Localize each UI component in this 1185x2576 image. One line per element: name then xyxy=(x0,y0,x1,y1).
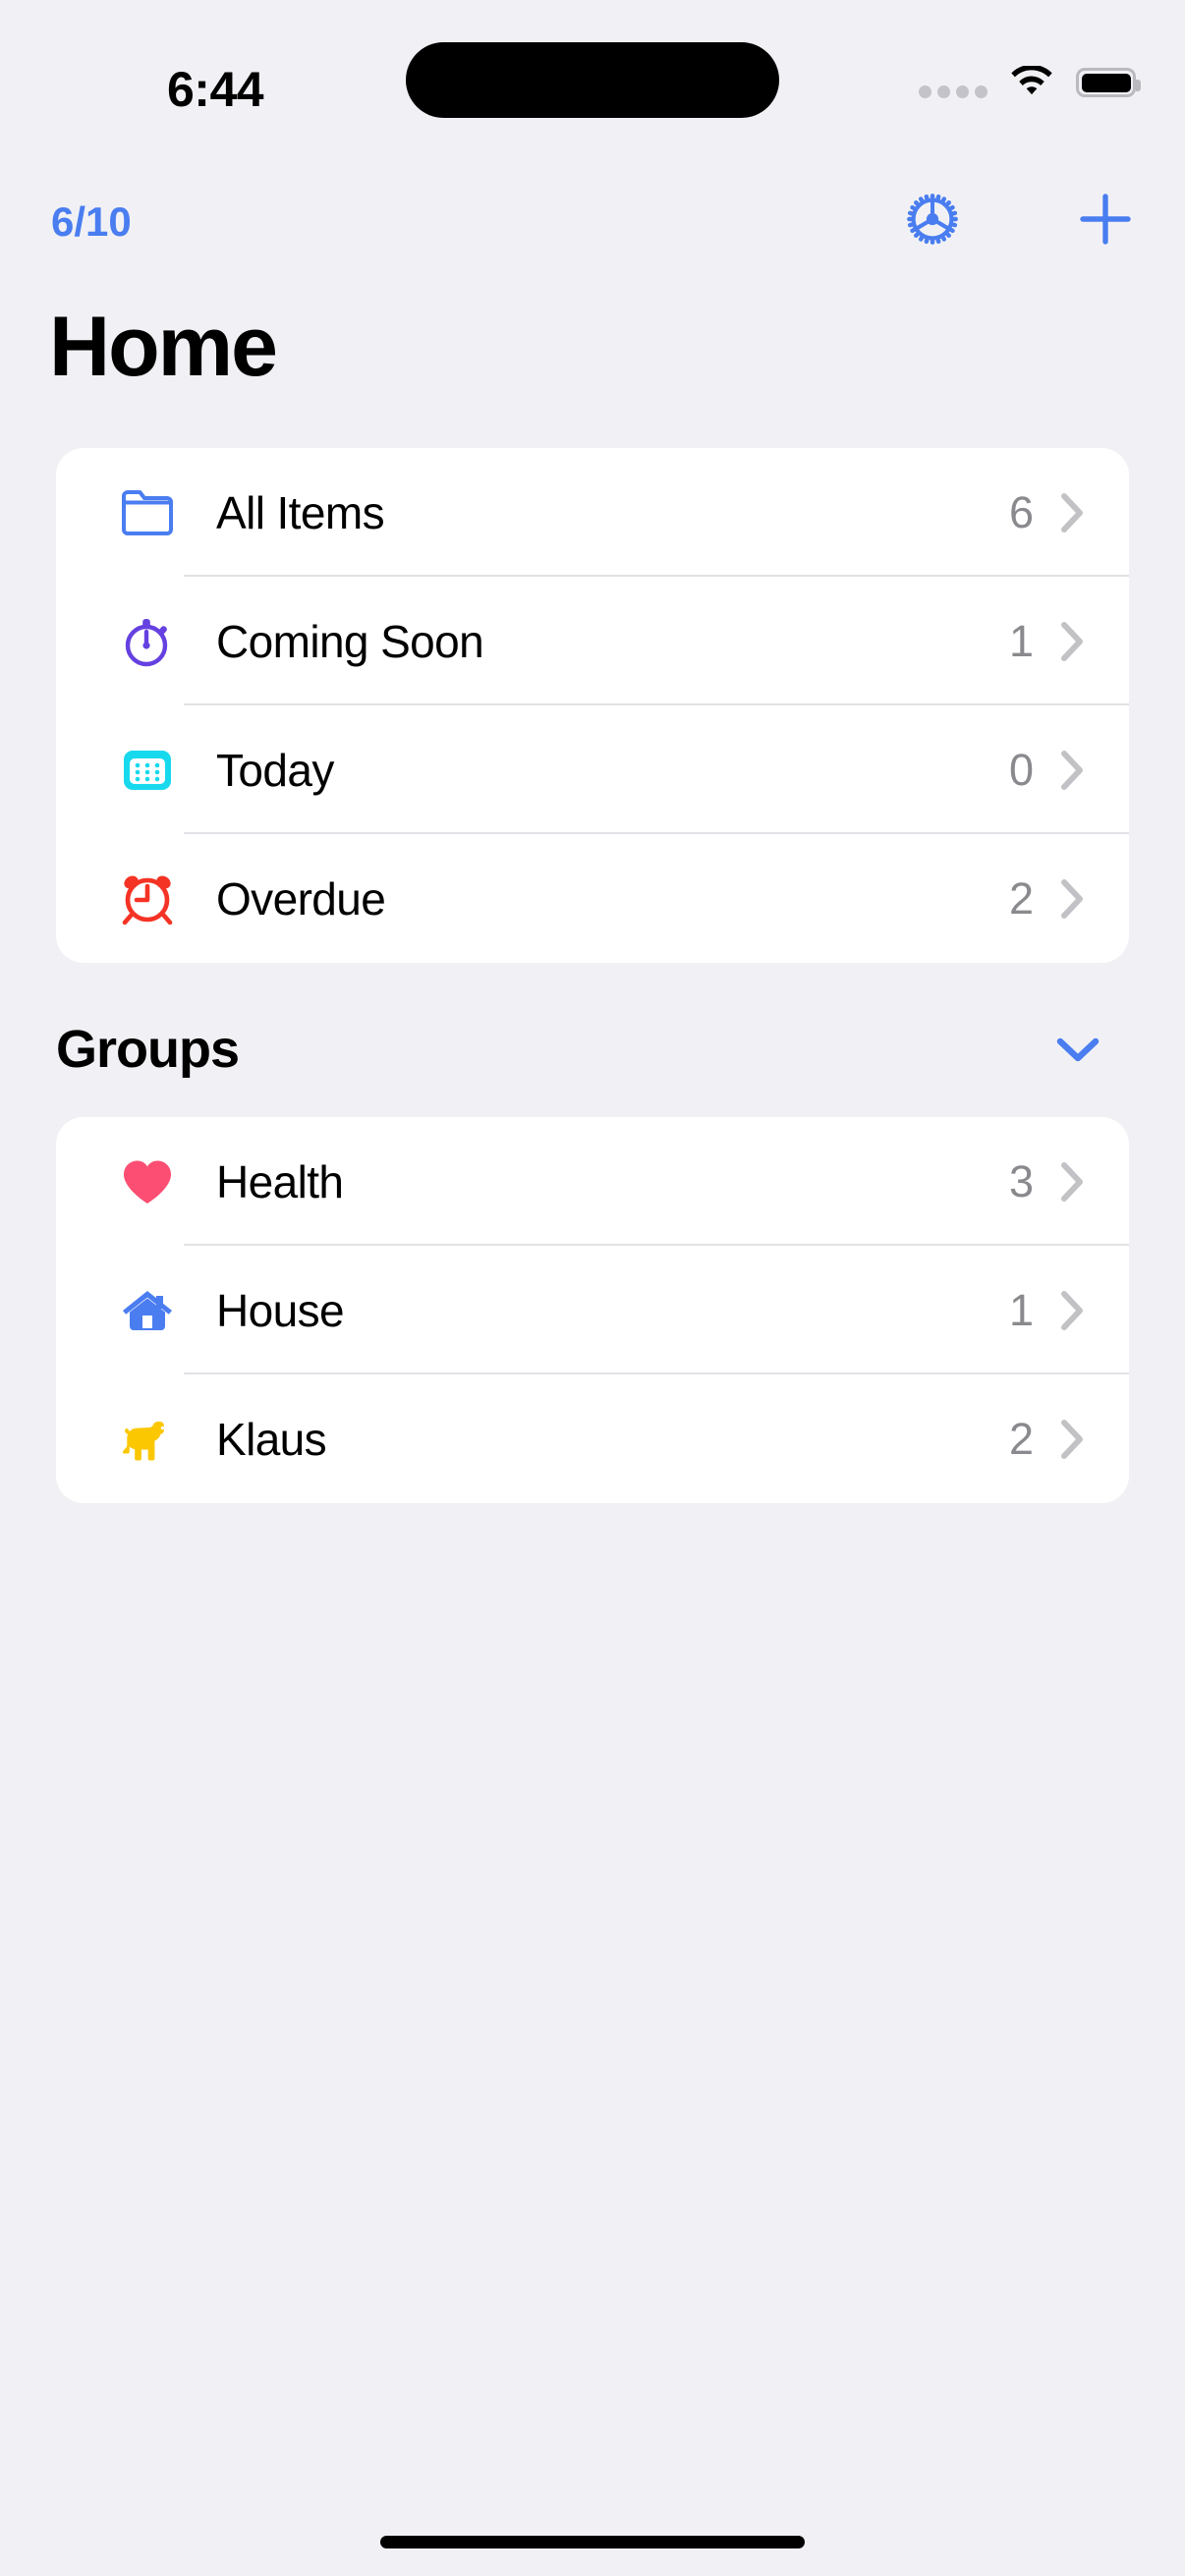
status-bar-indicators xyxy=(919,61,1141,104)
plus-icon xyxy=(1080,194,1131,245)
wifi-icon xyxy=(1011,66,1052,95)
navigation-actions xyxy=(900,187,1138,252)
stopwatch-icon xyxy=(118,614,177,669)
list-row-count: 6 xyxy=(1008,486,1034,537)
navigation-bar: 6/10 xyxy=(0,187,1185,275)
groups-card: Health 3 House 1 Klaus 2 xyxy=(56,1117,1129,1503)
chevron-right-icon xyxy=(1059,1160,1085,1204)
calendar-icon xyxy=(118,745,177,796)
heart-icon xyxy=(118,1156,177,1207)
chevron-right-icon xyxy=(1059,1418,1085,1461)
groups-collapse-button[interactable] xyxy=(1048,1020,1107,1079)
dog-icon xyxy=(118,1416,177,1463)
home-indicator[interactable] xyxy=(380,2536,805,2548)
group-row-label: Klaus xyxy=(216,1413,327,1465)
folder-icon xyxy=(118,488,177,537)
list-row-label: All Items xyxy=(216,486,385,538)
list-row-overdue[interactable]: Overdue 2 xyxy=(56,834,1129,963)
list-row-label: Overdue xyxy=(216,872,386,924)
chevron-right-icon xyxy=(1059,491,1085,534)
group-row-count: 2 xyxy=(1008,1413,1034,1464)
smart-lists-card: All Items 6 Coming Soon 1 Today 0 Overdu… xyxy=(56,448,1129,963)
list-row-coming-soon[interactable]: Coming Soon 1 xyxy=(56,577,1129,705)
group-row-health[interactable]: Health 3 xyxy=(56,1117,1129,1246)
group-row-count: 3 xyxy=(1008,1155,1034,1206)
gear-icon xyxy=(907,194,958,245)
group-row-klaus[interactable]: Klaus 2 xyxy=(56,1374,1129,1503)
signal-dots-icon xyxy=(919,63,988,102)
list-row-label: Today xyxy=(216,744,334,796)
groups-title: Groups xyxy=(56,1020,240,1079)
chevron-right-icon xyxy=(1059,620,1085,663)
battery-full-icon xyxy=(1076,68,1141,97)
list-row-today[interactable]: Today 0 xyxy=(56,705,1129,834)
group-row-house[interactable]: House 1 xyxy=(56,1246,1129,1374)
group-row-count: 1 xyxy=(1008,1284,1034,1335)
chevron-right-icon xyxy=(1059,1289,1085,1332)
progress-counter-label[interactable]: 6/10 xyxy=(51,198,132,246)
list-row-count: 2 xyxy=(1008,872,1034,924)
status-bar-time: 6:44 xyxy=(167,62,264,117)
list-row-count: 1 xyxy=(1008,615,1034,666)
app-screen: 6:44 6/10 Home All Items 6 Coming Soon 1… xyxy=(0,0,1185,2576)
group-row-label: House xyxy=(216,1284,345,1336)
dynamic-island xyxy=(406,42,779,118)
add-button[interactable] xyxy=(1073,187,1138,252)
settings-button[interactable] xyxy=(900,187,965,252)
list-row-count: 0 xyxy=(1008,744,1034,795)
chevron-right-icon xyxy=(1059,749,1085,792)
page-title: Home xyxy=(49,300,278,394)
groups-section-header: Groups xyxy=(56,1000,1129,1098)
group-row-label: Health xyxy=(216,1155,344,1207)
status-bar: 6:44 xyxy=(0,0,1185,157)
house-icon xyxy=(118,1285,177,1336)
alarm-clock-icon xyxy=(118,871,177,926)
chevron-right-icon xyxy=(1059,877,1085,921)
list-row-all-items[interactable]: All Items 6 xyxy=(56,448,1129,577)
chevron-down-icon xyxy=(1056,1037,1100,1062)
list-row-label: Coming Soon xyxy=(216,615,484,667)
